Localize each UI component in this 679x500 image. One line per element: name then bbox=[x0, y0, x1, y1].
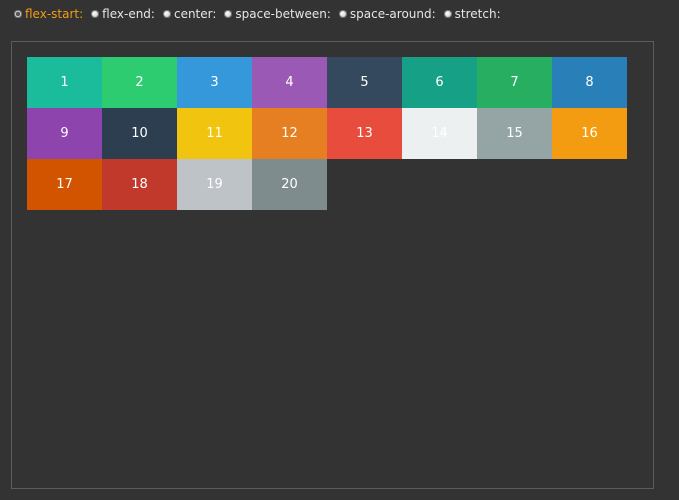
flex-item[interactable]: 6 bbox=[402, 57, 477, 108]
option-label: flex-end: bbox=[102, 7, 155, 21]
flex-item[interactable]: 16 bbox=[552, 108, 627, 159]
flex-item[interactable]: 17 bbox=[27, 159, 102, 210]
flex-item[interactable]: 9 bbox=[27, 108, 102, 159]
space-between-radio-icon[interactable] bbox=[224, 10, 233, 18]
flex-item[interactable]: 10 bbox=[102, 108, 177, 159]
option-label: space-between: bbox=[235, 7, 331, 21]
flex-item-label: 5 bbox=[360, 75, 369, 90]
flex-item-label: 18 bbox=[131, 177, 148, 192]
flex-item[interactable]: 14 bbox=[402, 108, 477, 159]
option-flex-start[interactable]: flex-start: bbox=[14, 7, 83, 21]
option-stretch[interactable]: stretch: bbox=[443, 7, 501, 21]
flex-item-label: 15 bbox=[506, 126, 523, 141]
flex-item-label: 6 bbox=[435, 75, 444, 90]
stretch-radio-icon[interactable] bbox=[443, 10, 452, 18]
flex-item-label: 2 bbox=[135, 75, 144, 90]
flex-item[interactable]: 19 bbox=[177, 159, 252, 210]
flex-item-label: 10 bbox=[131, 126, 148, 141]
flex-item[interactable]: 4 bbox=[252, 57, 327, 108]
flex-item[interactable]: 8 bbox=[552, 57, 627, 108]
flex-container: 1 2 3 4 5 6 7 8 9 10 11 12 13 14 15 16 1… bbox=[11, 41, 654, 489]
flex-item[interactable]: 2 bbox=[102, 57, 177, 108]
space-around-radio-icon[interactable] bbox=[338, 10, 347, 18]
flex-item[interactable]: 11 bbox=[177, 108, 252, 159]
flex-item-label: 20 bbox=[281, 177, 298, 192]
flex-item-label: 17 bbox=[56, 177, 73, 192]
flex-item-label: 7 bbox=[510, 75, 519, 90]
flex-item[interactable]: 18 bbox=[102, 159, 177, 210]
flex-item-label: 16 bbox=[581, 126, 598, 141]
option-center[interactable]: center: bbox=[162, 7, 217, 21]
option-label: flex-start: bbox=[25, 7, 84, 21]
center-radio-icon[interactable] bbox=[162, 10, 171, 18]
option-space-around[interactable]: space-around: bbox=[338, 7, 436, 21]
flex-item-label: 4 bbox=[285, 75, 294, 90]
flex-item[interactable]: 7 bbox=[477, 57, 552, 108]
option-label: stretch: bbox=[454, 7, 501, 21]
flex-item-label: 13 bbox=[356, 126, 373, 141]
option-label: space-around: bbox=[349, 7, 436, 21]
option-space-between[interactable]: space-between: bbox=[224, 7, 331, 21]
flex-item-label: 12 bbox=[281, 126, 298, 141]
flex-end-radio-icon[interactable] bbox=[91, 10, 100, 18]
flex-item[interactable]: 13 bbox=[327, 108, 402, 159]
flex-item-label: 3 bbox=[210, 75, 219, 90]
flex-item-label: 11 bbox=[206, 126, 223, 141]
flex-item[interactable]: 12 bbox=[252, 108, 327, 159]
flex-box-grid: 1 2 3 4 5 6 7 8 9 10 11 12 13 14 15 16 1… bbox=[27, 57, 627, 210]
flex-item-label: 9 bbox=[60, 126, 69, 141]
flex-item[interactable]: 5 bbox=[327, 57, 402, 108]
flex-item[interactable]: 1 bbox=[27, 57, 102, 108]
flex-item[interactable]: 3 bbox=[177, 57, 252, 108]
option-label: center: bbox=[173, 7, 217, 21]
flex-item-label: 8 bbox=[585, 75, 594, 90]
justify-content-options: flex-start: flex-end: center: space-betw… bbox=[14, 6, 509, 22]
flex-start-radio-icon[interactable] bbox=[14, 10, 22, 18]
flex-item[interactable]: 20 bbox=[252, 159, 327, 210]
option-flex-end[interactable]: flex-end: bbox=[91, 7, 155, 21]
flex-item-label: 19 bbox=[206, 177, 223, 192]
flex-item-label: 14 bbox=[431, 126, 448, 141]
flex-item[interactable]: 15 bbox=[477, 108, 552, 159]
flex-item-label: 1 bbox=[60, 75, 69, 90]
